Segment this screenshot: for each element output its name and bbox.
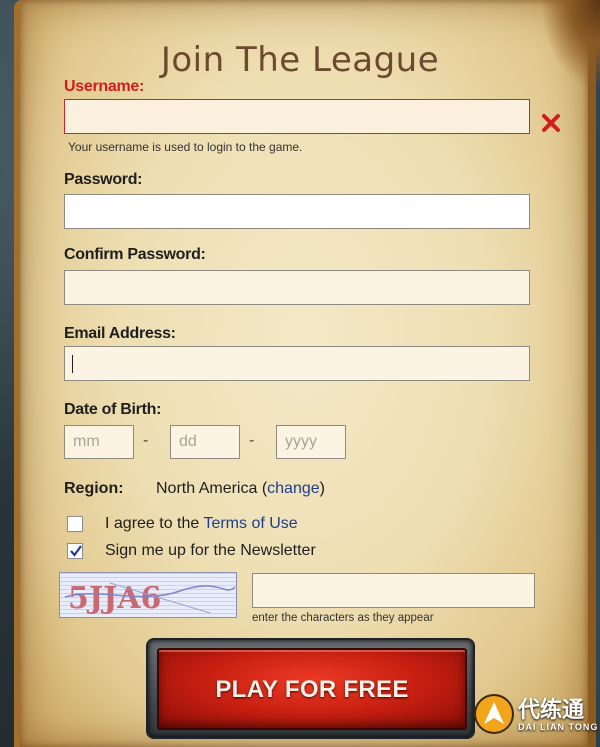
paren-close: ): [319, 480, 325, 497]
birth-year-input[interactable]: yyyy: [276, 425, 346, 459]
watermark: 代练通 DAI LIAN TONG: [474, 680, 600, 747]
password-input[interactable]: [64, 194, 530, 229]
captcha-image: 5JJA6: [59, 572, 237, 618]
email-input[interactable]: [64, 346, 530, 381]
date-separator: -: [143, 432, 149, 449]
birth-day-input[interactable]: dd: [170, 425, 240, 459]
confirm-password-label: Confirm Password:: [64, 246, 206, 263]
confirm-password-input[interactable]: [64, 270, 530, 305]
region-value: North America: [156, 480, 258, 497]
password-label: Password:: [64, 171, 143, 188]
newsletter-label: Sign me up for the Newsletter: [105, 542, 316, 559]
captcha-text: 5JJA6: [68, 581, 161, 616]
birth-month-input[interactable]: mm: [64, 425, 134, 459]
terms-checkbox[interactable]: [67, 516, 83, 532]
region-value-row: North America (change): [156, 480, 325, 498]
username-input[interactable]: [64, 99, 530, 134]
region-change-link[interactable]: change: [267, 480, 320, 497]
username-label: Username:: [64, 78, 145, 95]
captcha-input[interactable]: [252, 573, 535, 608]
captcha-hint: enter the characters as they appear: [252, 612, 434, 624]
text-caret: [72, 355, 73, 373]
watermark-logo: [474, 694, 514, 734]
terms-text: I agree to the: [105, 515, 204, 532]
play-for-free-button[interactable]: PLAY FOR FREE: [157, 648, 467, 730]
checkmark-icon: [70, 545, 82, 557]
newsletter-checkbox[interactable]: [67, 543, 83, 559]
date-of-birth-label: Date of Birth:: [64, 401, 162, 418]
region-label: Region:: [64, 480, 124, 497]
username-hint: Your username is used to login to the ga…: [68, 140, 303, 154]
email-label: Email Address:: [64, 325, 176, 342]
terms-of-use-link[interactable]: Terms of Use: [203, 515, 297, 532]
terms-label: I agree to the Terms of Use: [105, 515, 298, 533]
page-title: Join The League: [160, 40, 440, 80]
date-separator: -: [249, 432, 255, 449]
error-x-icon: [542, 114, 560, 132]
watermark-cn-text: 代练通: [518, 698, 585, 723]
watermark-en-text: DAI LIAN TONG: [518, 722, 599, 732]
